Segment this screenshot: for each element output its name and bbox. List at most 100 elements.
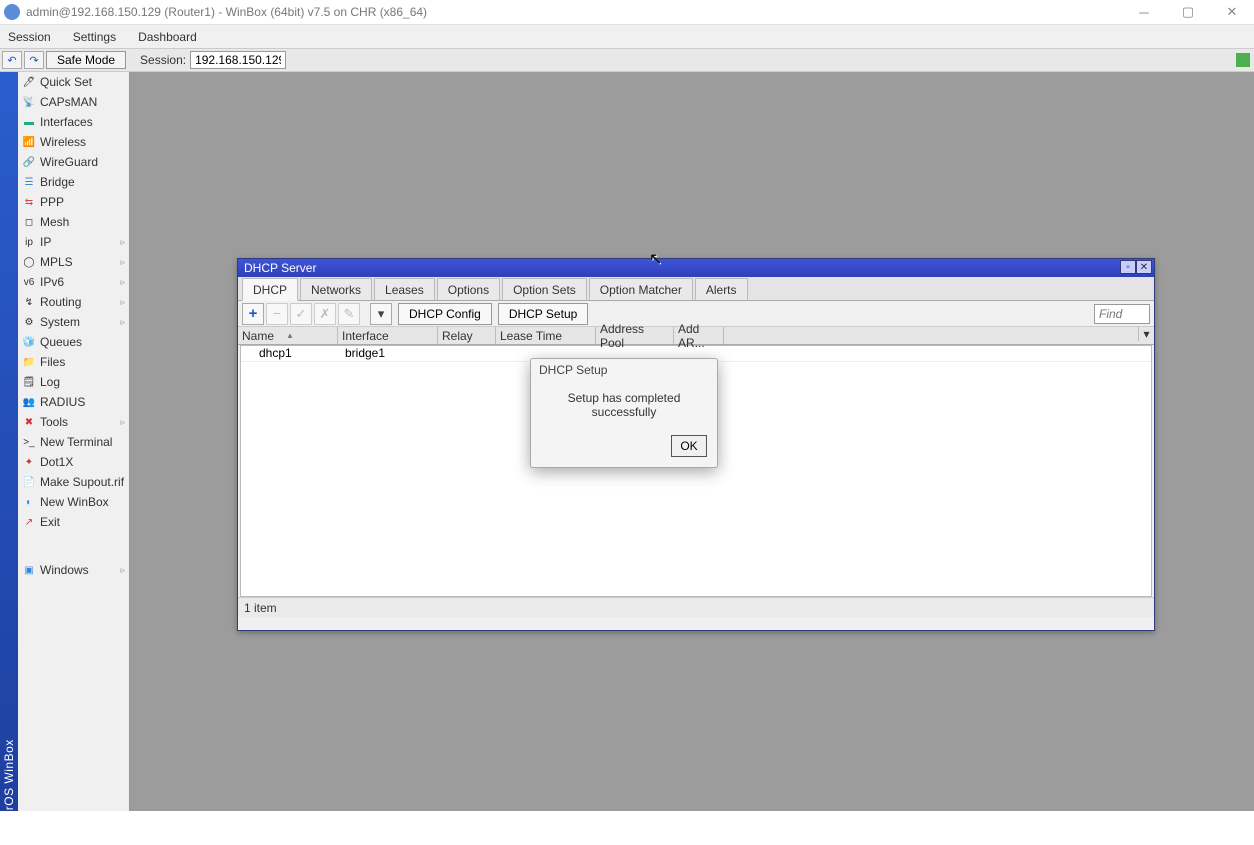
sort-asc-icon: ▲ — [286, 331, 294, 340]
sidebar-item-label: System — [40, 315, 80, 329]
column-relay[interactable]: Relay — [438, 327, 496, 344]
sidebar-item-mpls[interactable]: ◯MPLS▹ — [18, 252, 129, 272]
sidebar-item-label: Tools — [40, 415, 68, 429]
tab-networks[interactable]: Networks — [300, 278, 372, 300]
tab-option-sets[interactable]: Option Sets — [502, 278, 587, 300]
sidebar-item-new-winbox[interactable]: ◐New WinBox — [18, 492, 129, 512]
sidebar-item-new-terminal[interactable]: >_New Terminal — [18, 432, 129, 452]
column-lease-time[interactable]: Lease Time — [496, 327, 596, 344]
sidebar-item-interfaces[interactable]: ▬Interfaces — [18, 112, 129, 132]
sidebar-item-bridge[interactable]: ☰Bridge — [18, 172, 129, 192]
remove-button[interactable]: − — [266, 303, 288, 325]
sidebar-item-label: Exit — [40, 515, 60, 529]
sidebar-item-label: New Terminal — [40, 435, 112, 449]
sidebar-item-ipv6[interactable]: v6 IPv6 ▹ — [18, 272, 129, 292]
filter-button[interactable]: ▾ — [370, 303, 392, 325]
maximize-button[interactable]: ▢ — [1166, 0, 1210, 24]
undo-button[interactable]: ↶ — [2, 51, 22, 69]
comment-button[interactable]: ✎ — [338, 303, 360, 325]
session-label: Session: — [140, 53, 186, 67]
menu-settings[interactable]: Settings — [69, 28, 120, 46]
status-indicator — [1236, 53, 1250, 67]
dhcp-statusbar: 1 item — [238, 597, 1154, 617]
sidebar-item-tools[interactable]: ✖Tools▹ — [18, 412, 129, 432]
sidebar-item-wireless[interactable]: 📶 Wireless — [18, 132, 129, 152]
add-button[interactable]: + — [242, 303, 264, 325]
session-input[interactable] — [190, 51, 286, 69]
sidebar: 🖊 Quick Set 📡CAPsMAN▬Interfaces 📶 Wireless 🔗W… — [18, 72, 130, 811]
quick-set-icon: 🖊 — [22, 75, 36, 89]
sidebar-item-label: IP — [40, 235, 51, 249]
sidebar-item-queues[interactable]: 🧊Queues — [18, 332, 129, 352]
wireless-icon: 📶 — [22, 135, 36, 149]
enable-button[interactable]: ✓ — [290, 303, 312, 325]
sidebar-item-label: MPLS — [40, 255, 73, 269]
sidebar-item-system[interactable]: ⚙ System ▹ — [18, 312, 129, 332]
sidebar-item-label: Routing — [40, 295, 81, 309]
submenu-caret-icon: ▹ — [120, 237, 125, 248]
exit-icon: ↗ — [22, 515, 36, 529]
sidebar-item-log[interactable]: 🗒Log — [18, 372, 129, 392]
close-button[interactable]: ✕ — [1210, 0, 1254, 24]
mpls-icon: ◯ — [22, 255, 36, 269]
sidebar-item-label: Wireless — [40, 135, 86, 149]
column-address-pool[interactable]: Address Pool — [596, 327, 674, 344]
submenu-caret-icon: ▹ — [120, 277, 125, 288]
redo-button[interactable]: ↷ — [24, 51, 44, 69]
menu-session[interactable]: Session — [4, 28, 55, 46]
sidebar-item-files[interactable]: 📁 Files — [18, 352, 129, 372]
sidebar-item-routing[interactable]: ↯Routing▹ — [18, 292, 129, 312]
sidebar-item-label: PPP — [40, 195, 64, 209]
sidebar-item-make-supout-rif[interactable]: 📄Make Supout.rif — [18, 472, 129, 492]
sidebar-item-label: CAPsMAN — [40, 95, 97, 109]
safe-mode-button[interactable]: Safe Mode — [46, 51, 126, 69]
dhcp-window-minmax-button[interactable]: ▫ — [1120, 260, 1136, 274]
column-add-ar-[interactable]: Add AR... — [674, 327, 724, 344]
sidebar-item-label: Interfaces — [40, 115, 93, 129]
dhcp-window-close-button[interactable]: ✕ — [1136, 260, 1152, 274]
mesh-icon: ◻ — [22, 215, 36, 229]
sidebar-item-ppp[interactable]: ⇆PPP — [18, 192, 129, 212]
dialog-ok-button[interactable]: OK — [671, 435, 707, 457]
sidebar-item-wireguard[interactable]: 🔗WireGuard — [18, 152, 129, 172]
dialog-title[interactable]: DHCP Setup — [531, 359, 717, 381]
submenu-caret-icon: ▹ — [120, 317, 125, 328]
sidebar-item-exit[interactable]: ↗ Exit — [18, 512, 129, 532]
tab-leases[interactable]: Leases — [374, 278, 435, 300]
minimize-button[interactable]: ─ — [1122, 0, 1166, 24]
menubar: Session Settings Dashboard — [0, 24, 1254, 48]
status-text: 1 item — [244, 601, 277, 615]
find-input[interactable] — [1094, 304, 1150, 324]
menu-dashboard[interactable]: Dashboard — [134, 28, 201, 46]
sidebar-item-dot1x[interactable]: ✦Dot1X — [18, 452, 129, 472]
windows-icon: ▣ — [22, 563, 36, 577]
window-title: admin@192.168.150.129 (Router1) - WinBox… — [26, 5, 427, 19]
tab-options[interactable]: Options — [437, 278, 500, 300]
ipv6-icon: v6 — [22, 275, 36, 289]
column-interface[interactable]: Interface — [338, 327, 438, 344]
dhcp-window-titlebar[interactable]: DHCP Server ▫ ✕ — [238, 259, 1154, 277]
dhcp-setup-button[interactable]: DHCP Setup — [498, 303, 588, 325]
tools-icon: ✖ — [22, 415, 36, 429]
tab-option-matcher[interactable]: Option Matcher — [589, 278, 693, 300]
disable-button[interactable]: ✗ — [314, 303, 336, 325]
sidebar-item-capsman[interactable]: 📡CAPsMAN — [18, 92, 129, 112]
system-icon: ⚙ — [22, 315, 36, 329]
files-icon: 📁 — [22, 355, 36, 369]
sidebar-item-label: Mesh — [40, 215, 69, 229]
sidebar-item-label: Dot1X — [40, 455, 73, 469]
sidebar-item-ip[interactable]: ipIP▹ — [18, 232, 129, 252]
sidebar-item-label: IPv6 — [40, 275, 64, 289]
column-name[interactable]: Name▲ — [238, 327, 338, 344]
sidebar-item-quick-set[interactable]: 🖊 Quick Set — [18, 72, 129, 92]
columns-dropdown-button[interactable]: ▾ — [1138, 327, 1154, 341]
tab-dhcp[interactable]: DHCP — [242, 278, 298, 301]
sidebar-item-label: Quick Set — [40, 75, 92, 89]
dhcp-config-button[interactable]: DHCP Config — [398, 303, 492, 325]
sidebar-item-mesh[interactable]: ◻ Mesh — [18, 212, 129, 232]
sidebar-item-label: Files — [40, 355, 65, 369]
new-winbox-icon: ◐ — [22, 495, 36, 509]
sidebar-item-radius[interactable]: 👥RADIUS — [18, 392, 129, 412]
sidebar-item-windows[interactable]: ▣Windows▹ — [18, 560, 129, 580]
tab-alerts[interactable]: Alerts — [695, 278, 748, 300]
